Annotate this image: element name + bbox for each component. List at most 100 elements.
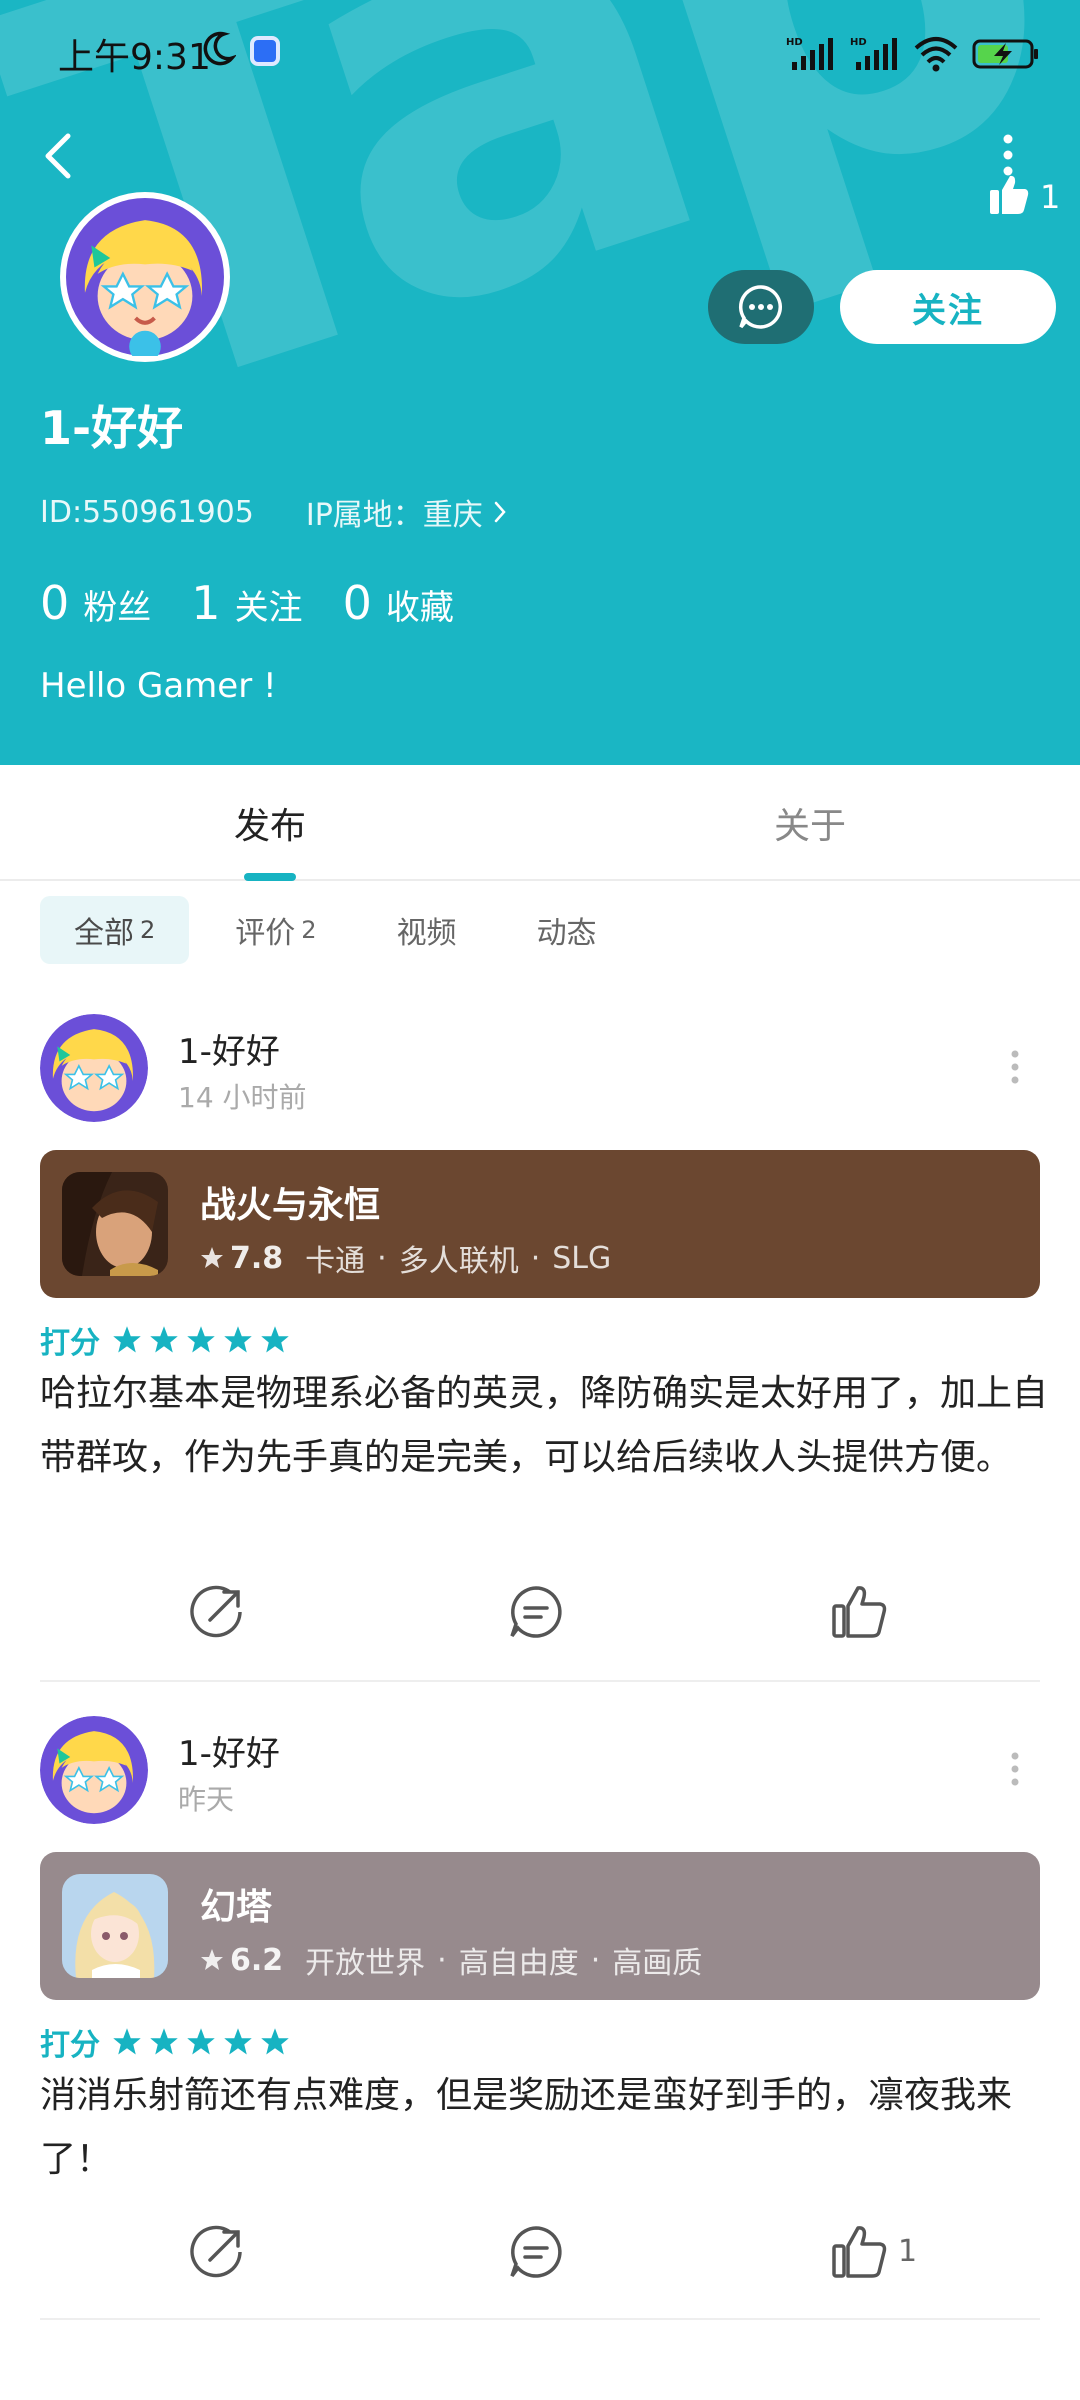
tag-separator: ·	[437, 1942, 447, 1978]
profile-avatar[interactable]	[60, 192, 230, 363]
game-icon	[62, 1172, 168, 1276]
star-icon	[201, 1247, 223, 1268]
profile-bio: Hello Gamer !	[40, 666, 277, 706]
filter-videos[interactable]: 视频	[363, 896, 491, 964]
more-vertical-icon[interactable]	[1010, 1752, 1020, 1786]
filter-count: 2	[301, 916, 317, 944]
game-tag: SLG	[552, 1240, 612, 1276]
signal-hd-icon: HD	[786, 37, 833, 70]
game-art-image	[62, 1172, 168, 1276]
comment-icon[interactable]	[506, 2222, 566, 2282]
game-title: 幻塔	[200, 1887, 273, 1928]
post-actions	[0, 1582, 1080, 1652]
game-tag: 多人联机	[398, 1244, 519, 1279]
comment-icon[interactable]	[506, 1582, 566, 1642]
post-actions: 1	[0, 2222, 1080, 2292]
thumbs-up-icon[interactable]	[830, 1582, 890, 1642]
game-tag: 高自由度	[458, 1946, 579, 1981]
follow-button[interactable]: 关注	[840, 270, 1056, 344]
filter-reviews[interactable]: 评价 2	[201, 896, 350, 964]
game-tag: 卡通	[305, 1244, 366, 1279]
star-icon	[187, 2028, 215, 2055]
user-id: ID:550961905	[40, 494, 254, 530]
author-name[interactable]: 1-好好	[178, 1024, 280, 1073]
stat-following[interactable]: 1 关注	[191, 576, 302, 630]
profile-tabs: 发布 关于	[0, 765, 1080, 881]
game-score: 7.8	[230, 1240, 284, 1276]
game-card[interactable]: 战火与永恒 7.8 卡通 · 多人联机 · SLG	[40, 1150, 1040, 1298]
share-icon[interactable]	[188, 1582, 248, 1642]
post-text[interactable]: 哈拉尔基本是物理系必备的英灵，降防确实是太好用了，加上自带群攻，作为先手真的是完…	[40, 1362, 1050, 1490]
filter-label: 评价	[235, 916, 296, 951]
notification-app-icon	[250, 36, 280, 66]
filter-label: 视频	[396, 916, 457, 951]
star-icon	[187, 1326, 215, 1353]
game-tag: 高画质	[612, 1946, 703, 1981]
game-card[interactable]: 幻塔 6.2 开放世界 · 高自由度 · 高画质	[40, 1852, 1040, 2000]
filter-moments[interactable]: 动态	[503, 896, 631, 964]
svg-text:HD: HD	[786, 37, 803, 48]
ip-location-text: IP属地：重庆	[305, 498, 483, 533]
status-time: 上午9:31	[58, 37, 211, 78]
star-icon	[261, 1326, 289, 1353]
post-time: 昨天	[178, 1783, 235, 1816]
content-filter-bar: 全部 2 评价 2 视频 动态	[40, 896, 643, 964]
battery-charging-icon	[972, 39, 1038, 69]
status-indicators: HD HD	[786, 34, 1040, 74]
stat-label: 关注	[234, 588, 303, 628]
game-tag: 开放世界	[305, 1946, 426, 1981]
thumbs-up-icon[interactable]	[988, 172, 1030, 216]
game-art-image	[62, 1874, 168, 1978]
game-score: 6.2	[230, 1942, 284, 1978]
star-icon	[261, 2028, 289, 2055]
post-divider	[40, 2318, 1040, 2320]
svg-text:HD: HD	[850, 37, 867, 48]
rating-label: 打分	[40, 1326, 100, 1361]
star-icon	[113, 2028, 141, 2055]
stat-label: 收藏	[385, 588, 454, 628]
more-vertical-icon[interactable]	[998, 134, 1018, 176]
tag-separator: ·	[530, 1240, 541, 1276]
stat-count: 1	[191, 576, 221, 630]
stat-fans[interactable]: 0 粉丝	[40, 576, 151, 630]
author-name[interactable]: 1-好好	[178, 1726, 280, 1775]
thumbs-up-icon[interactable]	[830, 2222, 890, 2282]
share-icon[interactable]	[188, 2222, 248, 2282]
post-divider	[40, 1680, 1040, 1682]
star-icon	[201, 1949, 223, 1970]
profile-username: 1-好好	[40, 401, 184, 455]
post-text[interactable]: 消消乐射箭还有点难度，但是奖励还是蛮好到手的，凛夜我来了！	[40, 2064, 1050, 2192]
filter-label: 全部	[74, 916, 134, 951]
game-title: 战火与永恒	[200, 1185, 381, 1226]
game-meta: 7.8 卡通 · 多人联机 · SLG	[200, 1236, 611, 1280]
like-count: 1	[898, 2234, 918, 2269]
id-location-line: ID:550961905 IP属地：重庆	[40, 490, 507, 534]
more-vertical-icon[interactable]	[1010, 1050, 1020, 1084]
author-avatar[interactable]	[40, 1716, 148, 1824]
rating-label: 打分	[40, 2028, 100, 2063]
tab-about[interactable]: 关于	[540, 765, 1080, 881]
filter-count: 2	[140, 916, 156, 944]
filter-all[interactable]: 全部 2	[40, 896, 190, 964]
message-button[interactable]	[708, 270, 814, 344]
filter-label: 动态	[536, 916, 597, 951]
back-arrow-icon[interactable]	[38, 128, 78, 184]
like-count: 1	[1040, 178, 1061, 216]
rating-row: 打分	[40, 1318, 297, 1362]
game-icon	[62, 1874, 168, 1978]
star-icon	[150, 1326, 178, 1353]
avatar-image	[66, 198, 224, 363]
stat-favorites[interactable]: 0 收藏	[343, 576, 454, 630]
chat-bubble-icon	[738, 285, 782, 329]
status-bar: 上午9:31 HD HD	[0, 0, 1080, 100]
chevron-right-icon	[494, 501, 506, 523]
wifi-icon	[914, 37, 958, 72]
star-icon	[150, 2028, 178, 2055]
moon-icon	[203, 31, 236, 66]
rating-row: 打分	[40, 2020, 297, 2064]
tag-separator: ·	[377, 1240, 387, 1276]
tab-posts[interactable]: 发布	[0, 765, 540, 881]
active-tab-indicator	[244, 873, 296, 881]
ip-location[interactable]: IP属地：重庆	[306, 490, 507, 534]
author-avatar[interactable]	[40, 1014, 148, 1122]
